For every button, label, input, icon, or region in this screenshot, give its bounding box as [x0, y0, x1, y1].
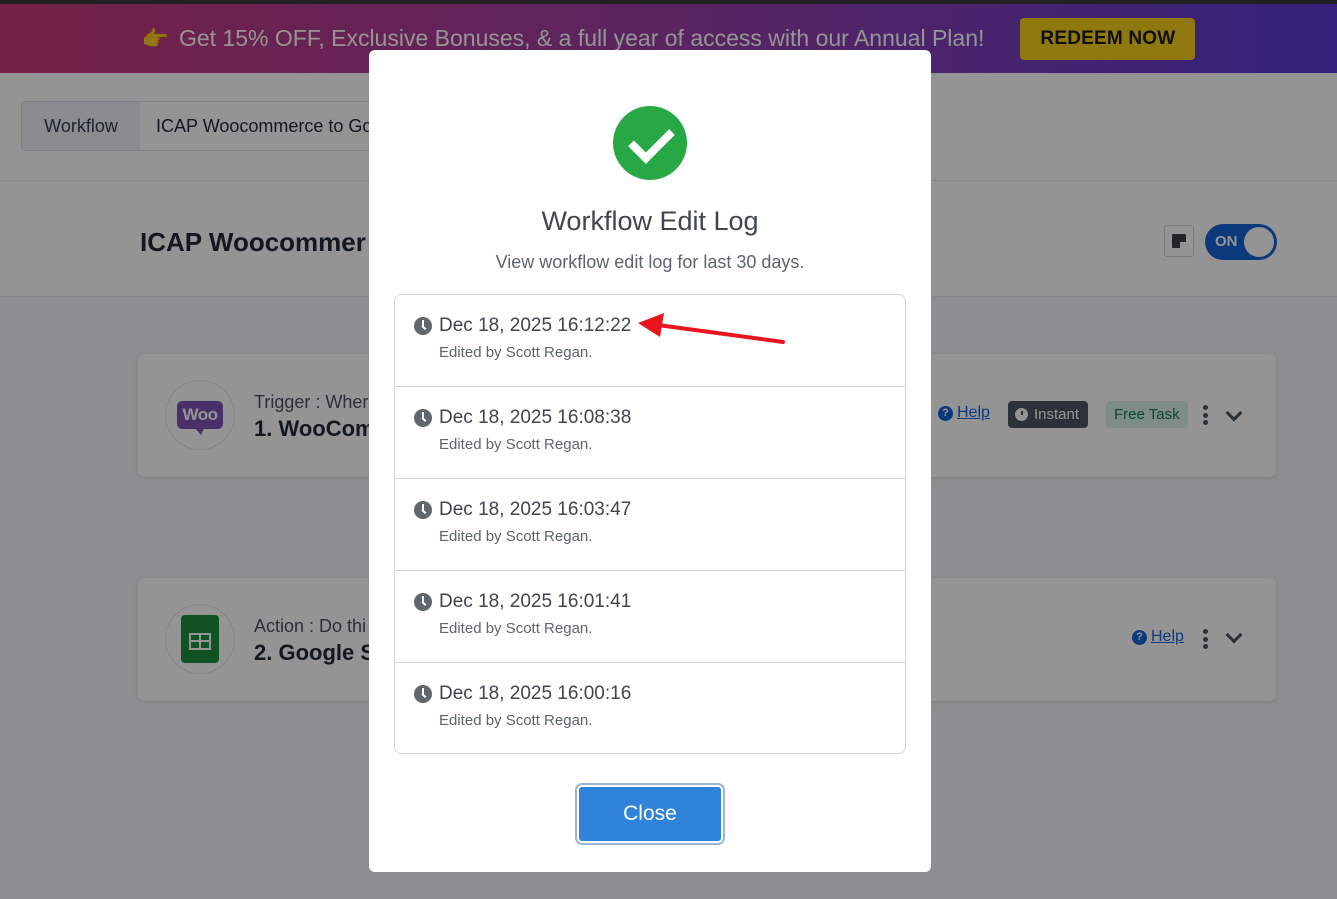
clock-icon [414, 685, 432, 703]
modal-title: Workflow Edit Log [541, 206, 759, 236]
log-entry: Dec 18, 2025 16:03:47 Edited by Scott Re… [395, 479, 905, 571]
log-editor: Edited by Scott Regan. [439, 436, 593, 453]
clock-icon [414, 317, 432, 335]
log-timestamp: Dec 18, 2025 16:12:22 [439, 315, 632, 336]
log-editor: Edited by Scott Regan. [439, 712, 593, 729]
edit-log-modal: Workflow Edit Log View workflow edit log… [369, 50, 931, 872]
clock-icon [414, 409, 432, 427]
log-editor: Edited by Scott Regan. [439, 528, 593, 545]
modal-subtitle: View workflow edit log for last 30 days. [495, 252, 805, 272]
close-button[interactable]: Close [577, 785, 723, 843]
log-timestamp: Dec 18, 2025 16:03:47 [439, 499, 632, 520]
annotation-arrow-icon [638, 313, 785, 344]
log-editor: Edited by Scott Regan. [439, 620, 593, 637]
edit-log-list: Dec 18, 2025 16:12:22 Edited by Scott Re… [394, 294, 906, 754]
success-check-icon [613, 106, 687, 180]
log-timestamp: Dec 18, 2025 16:01:41 [439, 591, 632, 612]
log-entry: Dec 18, 2025 16:00:16 Edited by Scott Re… [395, 663, 905, 753]
log-editor: Edited by Scott Regan. [439, 344, 593, 361]
log-timestamp: Dec 18, 2025 16:00:16 [439, 683, 632, 704]
clock-icon [414, 501, 432, 519]
clock-icon [414, 593, 432, 611]
log-timestamp: Dec 18, 2025 16:08:38 [439, 407, 632, 428]
log-entry: Dec 18, 2025 16:01:41 Edited by Scott Re… [395, 571, 905, 663]
log-entry: Dec 18, 2025 16:08:38 Edited by Scott Re… [395, 387, 905, 479]
